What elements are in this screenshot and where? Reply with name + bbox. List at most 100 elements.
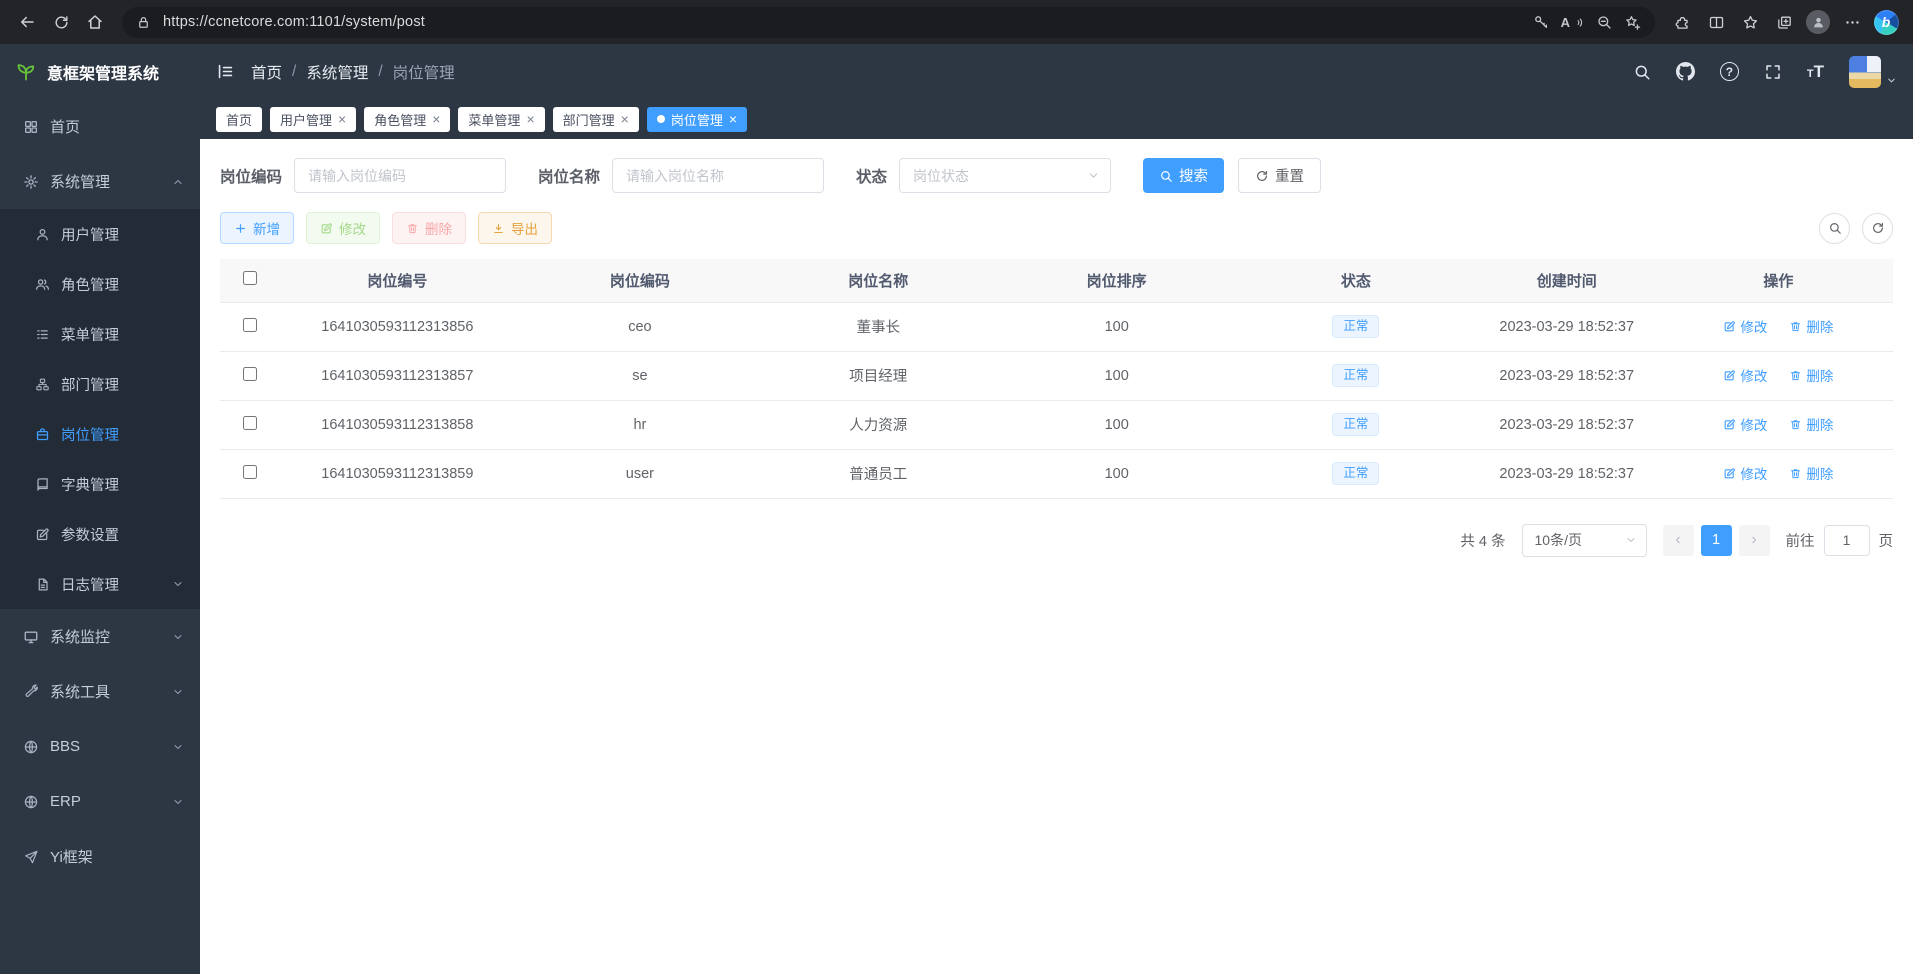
filter-form: 岗位编码 岗位名称 状态 岗位状态 搜索	[220, 158, 1893, 193]
extensions-icon[interactable]	[1665, 5, 1699, 39]
sidebar-item-param-settings[interactable]: 参数设置	[0, 509, 200, 559]
fullscreen-icon[interactable]	[1764, 63, 1782, 81]
chevron-down-icon	[172, 578, 184, 590]
browser-profile-avatar[interactable]	[1801, 5, 1835, 39]
sidebar-item-role-management[interactable]: 角色管理	[0, 259, 200, 309]
search-button[interactable]: 搜索	[1143, 158, 1224, 193]
row-edit-link[interactable]: 修改	[1723, 365, 1767, 385]
sidebar-item-home[interactable]: 首页	[0, 99, 200, 154]
status-select[interactable]: 岗位状态	[899, 158, 1111, 193]
sidebar-item-user-management[interactable]: 用户管理	[0, 209, 200, 259]
browser-refresh-button[interactable]	[44, 5, 78, 39]
favorites-icon[interactable]	[1733, 5, 1767, 39]
post-table: 岗位编号 岗位编码 岗位名称 岗位排序 状态 创建时间 操作 164103059…	[220, 259, 1893, 499]
toggle-search-icon[interactable]	[1819, 213, 1850, 244]
chevron-down-icon	[1886, 75, 1897, 86]
close-icon[interactable]: ×	[621, 112, 629, 126]
split-screen-icon[interactable]	[1699, 5, 1733, 39]
user-avatar[interactable]	[1849, 56, 1897, 88]
tab-menu-management[interactable]: 菜单管理 ×	[458, 107, 544, 132]
cell-post-name: 董事长	[765, 302, 991, 351]
post-name-input[interactable]	[612, 158, 824, 193]
zoom-icon[interactable]	[1596, 14, 1612, 30]
sidebar-item-yi-framework[interactable]: Yi框架	[0, 829, 200, 884]
add-button[interactable]: 新增	[220, 212, 294, 244]
cell-post-code: user	[514, 449, 765, 498]
row-checkbox[interactable]	[243, 367, 257, 381]
export-button[interactable]: 导出	[478, 212, 552, 244]
sidebar-item-menu-management[interactable]: 菜单管理	[0, 309, 200, 359]
row-edit-link[interactable]: 修改	[1723, 414, 1767, 434]
browser-home-button[interactable]	[78, 5, 112, 39]
tab-label: 菜单管理	[468, 110, 520, 129]
cell-post-sort: 100	[991, 302, 1242, 351]
font-size-icon[interactable]: TT	[1807, 62, 1824, 82]
sidebar-item-dept-management[interactable]: 部门管理	[0, 359, 200, 409]
row-delete-link[interactable]: 删除	[1789, 316, 1833, 336]
url-text[interactable]: https://ccnetcore.com:1101/system/post	[163, 14, 1521, 30]
favorite-add-icon[interactable]	[1624, 14, 1641, 31]
read-aloud-icon[interactable]: A	[1561, 16, 1584, 29]
row-delete-link[interactable]: 删除	[1789, 414, 1833, 434]
close-icon[interactable]: ×	[729, 112, 737, 126]
page-number-button[interactable]: 1	[1701, 525, 1732, 556]
edit-button[interactable]: 修改	[306, 212, 380, 244]
tab-user-management[interactable]: 用户管理 ×	[270, 107, 356, 132]
header-search-icon[interactable]	[1633, 63, 1651, 81]
globe-icon	[23, 739, 39, 755]
sidebar-toggle-icon[interactable]	[216, 62, 235, 81]
close-icon[interactable]: ×	[526, 112, 534, 126]
refresh-table-icon[interactable]	[1862, 213, 1893, 244]
globe-icon	[23, 794, 39, 810]
table-utility-buttons	[1819, 213, 1893, 244]
sidebar-item-bbs[interactable]: BBS	[0, 719, 200, 774]
sidebar-item-log-management[interactable]: 日志管理	[0, 559, 200, 609]
help-icon[interactable]: ?	[1720, 62, 1739, 81]
goto-page-input[interactable]	[1824, 525, 1870, 556]
post-code-input[interactable]	[294, 158, 506, 193]
row-checkbox[interactable]	[243, 465, 257, 479]
row-checkbox[interactable]	[243, 318, 257, 332]
sidebar-item-label: 系统工具	[50, 681, 110, 702]
tab-dept-management[interactable]: 部门管理 ×	[553, 107, 639, 132]
browser-menu-icon[interactable]	[1835, 5, 1869, 39]
sidebar-item-label: Yi框架	[50, 846, 93, 867]
sidebar-item-system-monitor[interactable]: 系统监控	[0, 609, 200, 664]
bing-copilot-icon[interactable]: b	[1869, 5, 1903, 39]
tab-role-management[interactable]: 角色管理 ×	[364, 107, 450, 132]
github-icon[interactable]	[1676, 62, 1695, 81]
page-size-select[interactable]: 10条/页	[1522, 524, 1647, 557]
sidebar-item-label: 菜单管理	[61, 324, 119, 345]
breadcrumb-home[interactable]: 首页	[251, 61, 282, 83]
address-bar[interactable]: https://ccnetcore.com:1101/system/post A	[122, 7, 1655, 38]
next-page-button[interactable]: ›	[1739, 525, 1770, 556]
browser-back-button[interactable]	[10, 5, 44, 39]
row-checkbox[interactable]	[243, 416, 257, 430]
row-delete-link[interactable]: 删除	[1789, 463, 1833, 483]
sidebar-item-post-management[interactable]: 岗位管理	[0, 409, 200, 459]
col-header-post-code: 岗位编码	[514, 259, 765, 302]
row-edit-link[interactable]: 修改	[1723, 316, 1767, 336]
sidebar-item-erp[interactable]: ERP	[0, 774, 200, 829]
prev-page-button[interactable]: ‹	[1663, 525, 1694, 556]
delete-button[interactable]: 删除	[392, 212, 466, 244]
reset-button[interactable]: 重置	[1238, 158, 1321, 193]
app-logo[interactable]: 意框架管理系统	[0, 44, 200, 99]
org-tree-icon	[35, 377, 50, 392]
close-icon[interactable]: ×	[338, 112, 346, 126]
password-key-icon[interactable]	[1533, 14, 1549, 30]
row-edit-link[interactable]: 修改	[1723, 463, 1767, 483]
site-info-lock-icon[interactable]	[136, 15, 151, 30]
cell-post-sort: 100	[991, 351, 1242, 400]
tab-label: 用户管理	[280, 110, 332, 129]
row-delete-link[interactable]: 删除	[1789, 365, 1833, 385]
sidebar-item-system-management[interactable]: 系统管理	[0, 154, 200, 209]
sidebar-item-system-tools[interactable]: 系统工具	[0, 664, 200, 719]
select-all-checkbox[interactable]	[243, 271, 257, 285]
tab-home[interactable]: 首页	[216, 107, 262, 132]
collections-icon[interactable]	[1767, 5, 1801, 39]
tab-post-management[interactable]: 岗位管理 ×	[647, 107, 747, 132]
sidebar-item-dict-management[interactable]: 字典管理	[0, 459, 200, 509]
close-icon[interactable]: ×	[432, 112, 440, 126]
breadcrumb-system-management[interactable]: 系统管理	[306, 61, 368, 83]
